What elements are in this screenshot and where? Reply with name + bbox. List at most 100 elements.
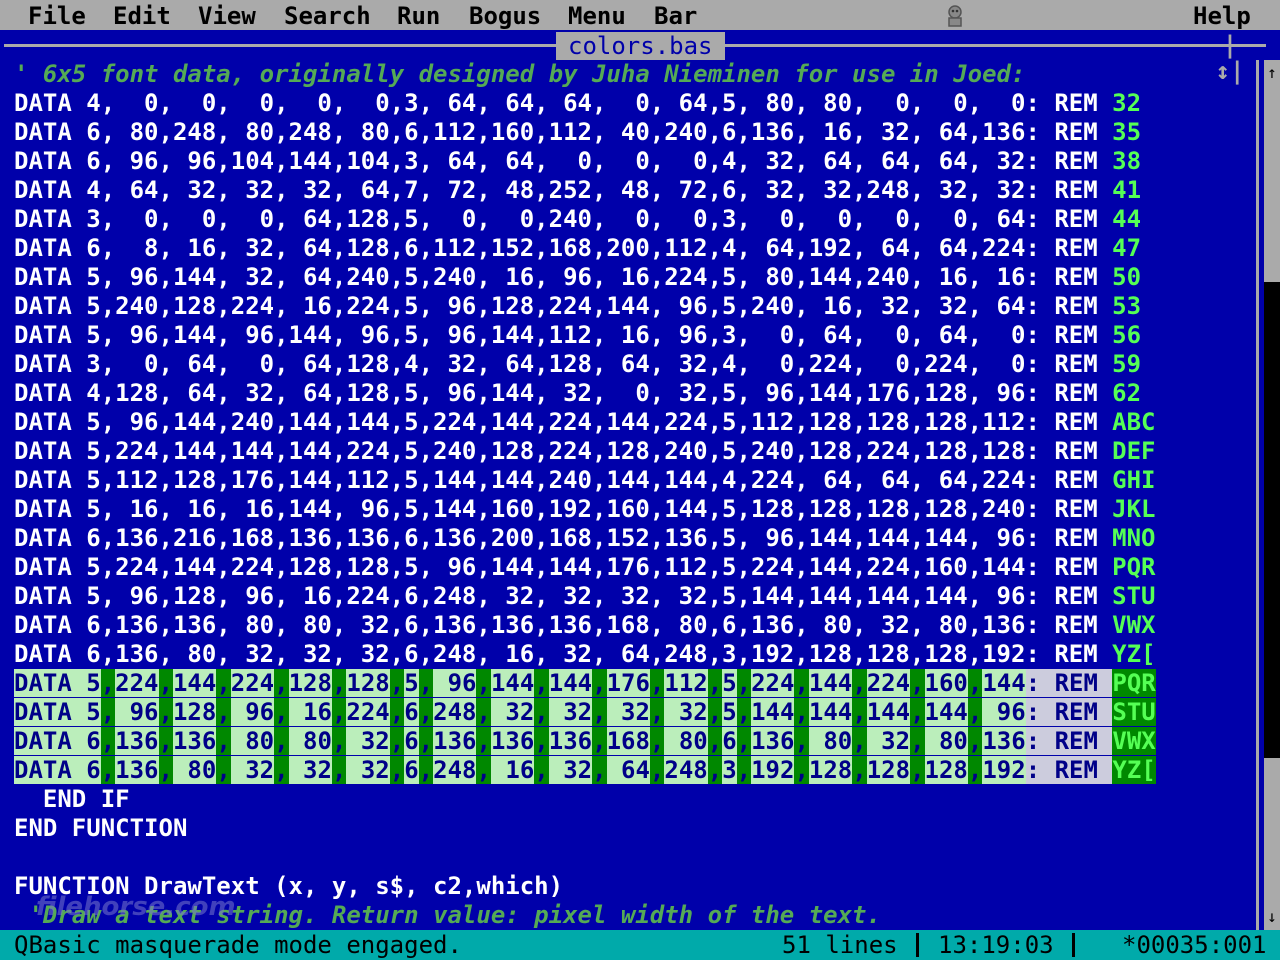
selected-separator: ,	[910, 756, 925, 784]
menu-view[interactable]: View	[198, 2, 256, 30]
selected-cell: 32	[548, 756, 593, 784]
selected-cell: 5	[722, 669, 737, 697]
data-statement: DATA 5, 96,144, 96,144, 96,5, 96,144,112…	[14, 321, 1113, 349]
data-statement: DATA 3, 0, 64, 0, 64,128,4, 32, 64,128, …	[14, 350, 1113, 378]
selected-rem-keyword: : REM	[1025, 756, 1113, 784]
menu-run[interactable]: Run	[397, 2, 440, 30]
selected-separator: ,	[794, 756, 809, 784]
selected-separator: ,	[331, 698, 347, 726]
selected-separator: ,	[331, 727, 347, 755]
code-line: DATA 3, 0, 64, 0, 64,128,4, 32, 64,128, …	[14, 350, 1156, 379]
selected-rem-keyword: : REM	[1025, 698, 1113, 726]
rem-label: VWX	[1112, 611, 1156, 639]
data-statement: DATA 6,136,216,168,136,136,6,136,200,168…	[14, 524, 1113, 552]
selected-cell: 32	[866, 727, 911, 755]
selected-cell: 128	[924, 756, 968, 784]
code-editor[interactable]: ' 6x5 font data, originally designed by …	[14, 60, 1156, 930]
selected-separator: ,	[707, 756, 723, 784]
selected-separator: ,	[649, 756, 665, 784]
status-clock: 13:19:03	[938, 931, 1054, 959]
selected-cell: 224	[866, 669, 911, 697]
code-comment-line: ' 6x5 font data, originally designed by …	[14, 60, 1026, 88]
selected-cell: 144	[751, 698, 795, 726]
code-line: DATA 4,128, 64, 32, 64,128,5, 96,144, 32…	[14, 379, 1156, 408]
code-line: END FUNCTION	[14, 814, 188, 842]
selected-cell: 96	[115, 698, 159, 726]
selected-code-line[interactable]: DATA 6,136,136, 80, 80, 32,6,136,136,136…	[14, 727, 1156, 756]
rem-label: 32	[1112, 89, 1142, 117]
rem-label: 50	[1112, 263, 1142, 291]
selected-separator: ,	[389, 756, 405, 784]
selected-separator: ,	[274, 727, 289, 755]
data-lines-block: DATA 4, 0, 0, 0, 0, 0,3, 64, 64, 64, 0, …	[14, 89, 1156, 669]
rem-label: STU	[1112, 582, 1156, 610]
code-line: DATA 6,136,216,168,136,136,6,136,200,168…	[14, 524, 1156, 553]
resize-icon[interactable]: |↕|	[1214, 32, 1246, 84]
code-line: DATA 4, 0, 0, 0, 0, 0,3, 64, 64, 64, 0, …	[14, 89, 1156, 118]
selected-cell: 248	[433, 756, 477, 784]
status-bar: QBasic masquerade mode engaged. 51 lines…	[0, 930, 1280, 960]
rem-label: 59	[1112, 350, 1142, 378]
selected-code-line[interactable]: DATA 6,136, 80, 32, 32, 32,6,248, 16, 32…	[14, 756, 1156, 785]
selected-separator: ,	[707, 669, 723, 697]
selected-separator: ,	[794, 727, 809, 755]
selected-separator: ,	[389, 698, 405, 726]
selected-cell: 80	[288, 727, 332, 755]
scroll-thumb[interactable]	[1264, 282, 1280, 758]
status-message: QBasic masquerade mode engaged.	[14, 931, 462, 959]
code-line: DATA 3, 0, 0, 0, 64,128,5, 0, 0,240, 0, …	[14, 205, 1156, 234]
selected-cell: 136	[751, 727, 795, 755]
selected-separator: ,	[100, 698, 116, 726]
menu-bogus[interactable]: Bogus	[469, 2, 541, 30]
code-line: DATA 5,224,144,144,144,224,5,240,128,224…	[14, 437, 1156, 466]
selected-cell: 136	[490, 727, 535, 755]
selected-separator: ,	[331, 756, 347, 784]
code-line: DATA 6, 80,248, 80,248, 80,6,112,160,112…	[14, 118, 1156, 147]
menu-bar-item[interactable]: Bar	[654, 2, 697, 30]
selected-cell: 5	[404, 669, 419, 697]
selected-cell: 136	[172, 727, 217, 755]
rem-label: PQR	[1112, 553, 1156, 581]
selected-rem-label: VWX	[1112, 727, 1156, 755]
vertical-scrollbar[interactable]: ↑ ↓	[1264, 60, 1280, 930]
selected-separator: ,	[736, 727, 752, 755]
code-line: END IF	[14, 785, 130, 813]
selected-cell: 144	[808, 669, 853, 697]
selected-separator: ,	[967, 669, 983, 697]
menu-help[interactable]: Help	[1193, 2, 1251, 30]
selected-cell: 136	[115, 727, 159, 755]
data-statement: DATA 5, 16, 16, 16,144, 96,5,144,160,192…	[14, 495, 1113, 523]
selected-separator: ,	[910, 727, 925, 755]
selected-cell: 80	[664, 727, 708, 755]
menu-search[interactable]: Search	[284, 2, 371, 30]
menu-file[interactable]: File	[28, 2, 86, 30]
selected-cell: 32	[346, 727, 390, 755]
selected-code-line[interactable]: DATA 5,224,144,224,128,128,5, 96,144,144…	[14, 669, 1156, 698]
selected-separator: ,	[389, 727, 405, 755]
data-statement: DATA 6, 8, 16, 32, 64,128,6,112,152,168,…	[14, 234, 1113, 262]
scroll-down-arrow-icon[interactable]: ↓	[1264, 906, 1280, 928]
selected-separator: ,	[794, 669, 809, 697]
selected-separator: ,	[158, 727, 173, 755]
scroll-up-arrow-icon[interactable]: ↑	[1264, 62, 1280, 84]
menu-edit[interactable]: Edit	[113, 2, 171, 30]
rem-label: YZ[	[1112, 640, 1156, 668]
data-statement: DATA 6,136,136, 80, 80, 32,6,136,136,136…	[14, 611, 1113, 639]
selected-separator: ,	[534, 698, 549, 726]
selected-cell: 64	[606, 756, 650, 784]
rem-label: GHI	[1112, 466, 1156, 494]
selected-separator: ,	[216, 698, 231, 726]
selected-cell: 136	[433, 727, 477, 755]
selected-code-line[interactable]: DATA 5, 96,128, 96, 16,224,6,248, 32, 32…	[14, 698, 1156, 727]
selected-cell: 32	[490, 698, 535, 726]
selected-separator: ,	[967, 698, 983, 726]
selected-rem-keyword: : REM	[1025, 727, 1113, 755]
selected-separator: ,	[794, 698, 809, 726]
rem-label: 47	[1112, 234, 1142, 262]
selected-cell: 176	[606, 669, 650, 697]
selected-cell: 128	[346, 669, 390, 697]
selected-separator: ,	[476, 698, 491, 726]
menu-menu[interactable]: Menu	[568, 2, 626, 30]
selected-separator: ,	[418, 698, 434, 726]
selected-cell: DATA 6	[14, 727, 101, 755]
